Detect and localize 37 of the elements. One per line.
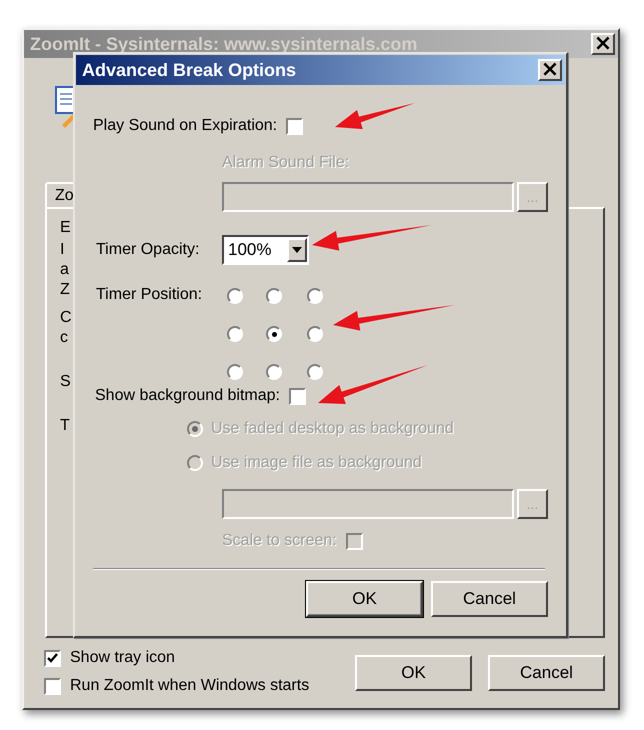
radio-button[interactable] [307,288,323,304]
text-fragment: C [60,309,72,327]
text-fragment: a [60,261,69,279]
text-fragment: T [60,417,70,435]
dropdown[interactable]: 100% [222,235,309,265]
checkbox[interactable] [286,118,304,134]
radio-button[interactable] [227,326,243,342]
text-fragment: S [60,373,71,391]
radio-button[interactable] [307,364,323,380]
checkbox-label: Show background bitmap: [95,387,280,405]
field-label: Timer Opacity: [95,241,200,259]
cancel-button[interactable]: Cancel [488,655,605,691]
checkbox[interactable] [289,388,306,404]
checkbox[interactable] [44,650,61,666]
input-field[interactable] [222,182,514,212]
radio-button[interactable] [266,364,282,380]
ok-button[interactable]: OK [355,655,472,691]
window-title: Advanced Break Options [82,60,296,80]
text-fragment: I [60,241,64,259]
radio-button[interactable] [227,364,243,380]
close-button[interactable]: × [538,59,562,81]
radio-button[interactable] [266,326,282,342]
text-fragment: E [60,219,71,237]
checkbox-label: Show tray icon [70,649,175,667]
radio-button[interactable] [266,288,282,304]
text-fragment: Z [60,281,70,299]
checkbox[interactable] [44,678,61,694]
ok-button[interactable]: OK [306,581,423,617]
caret-icon [292,247,302,253]
window-title: ZoomIt - Sysinternals: www.sysinternals.com [30,34,418,54]
radio-button[interactable] [227,288,243,304]
checkbox-label: Play Sound on Expiration: [93,117,278,135]
radio-button[interactable] [307,326,323,342]
checkbox-label: Run ZoomIt when Windows starts [70,677,310,695]
field-label: Timer Position: [95,286,204,304]
cancel-button[interactable]: Cancel [431,581,548,617]
text-fragment: c [60,329,68,347]
